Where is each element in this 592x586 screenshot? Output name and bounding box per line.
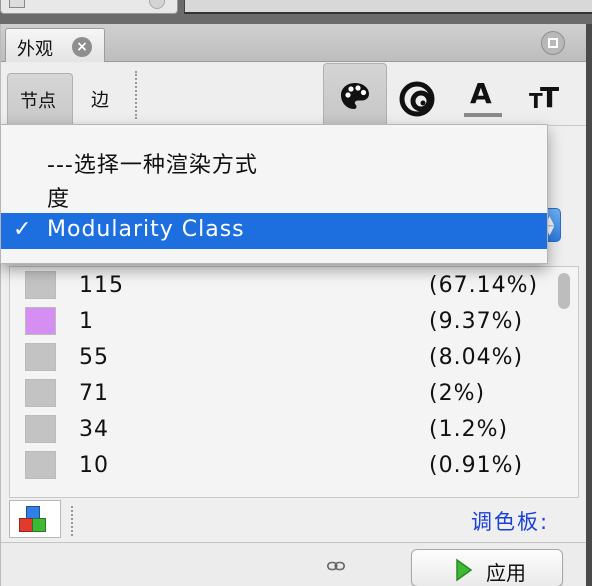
partition-percent: (67.14%): [429, 273, 539, 298]
tab-appearance-label: 外观: [17, 39, 53, 60]
appearance-toolbar: 节点 边 A T T: [1, 63, 587, 125]
play-icon: [456, 558, 473, 582]
list-item[interactable]: 34 (1.2%): [10, 413, 550, 449]
minimize-icon: [548, 38, 558, 48]
palette-link[interactable]: 调色板:: [471, 506, 549, 536]
tab-appearance[interactable]: 外观 ×: [5, 28, 105, 62]
partition-name: 1: [79, 309, 94, 334]
partition-name: 34: [79, 417, 109, 442]
label-color-button[interactable]: A: [463, 77, 503, 119]
apply-button[interactable]: 应用: [411, 549, 563, 586]
partition-name: 115: [79, 273, 124, 298]
partition-percent: (2%): [429, 381, 486, 406]
dropdown-option[interactable]: 度: [1, 177, 547, 213]
dropdown-option-label: 度: [47, 187, 71, 212]
tab-nodes[interactable]: 节点: [7, 73, 73, 125]
color-swatch[interactable]: [25, 451, 56, 479]
color-swatch[interactable]: [25, 271, 56, 299]
green-cube-icon: [32, 518, 46, 532]
palette-generator-button[interactable]: [9, 500, 61, 538]
top-window-strip: [0, 0, 592, 24]
dropdown-option-label: Modularity Class: [47, 217, 245, 242]
tab-close-icon[interactable]: ×: [72, 37, 92, 57]
list-item[interactable]: 10 (0.91%): [10, 449, 550, 485]
footer-divider: [71, 506, 73, 536]
bottom-bar: 应用: [1, 542, 587, 586]
appearance-panel: 外观 × 节点 边 A T T ▲ ▼ 115 (67.14%) 1 (9.37…: [0, 24, 587, 586]
render-method-dropdown[interactable]: ---选择一种渲染方式 度 ✓ Modularity Class: [0, 124, 548, 264]
partition-list[interactable]: 115 (67.14%) 1 (9.37%) 55 (8.04%) 71 (2%…: [9, 266, 579, 498]
toolbar-divider: [135, 71, 137, 119]
tab-edges[interactable]: 边: [91, 86, 109, 112]
background-toolbar: [184, 0, 592, 14]
color-button[interactable]: [323, 63, 387, 125]
partition-name: 71: [79, 381, 109, 406]
apply-button-label: 应用: [486, 561, 526, 585]
partition-percent: (9.37%): [429, 309, 524, 334]
color-swatch[interactable]: [25, 307, 56, 335]
panel-tabbar: 外观 ×: [1, 24, 587, 62]
label-color-icon: A: [470, 77, 492, 110]
list-item[interactable]: 71 (2%): [10, 377, 550, 413]
list-scrollbar[interactable]: [556, 271, 572, 493]
partition-percent: (0.91%): [429, 453, 524, 478]
color-swatch[interactable]: [25, 379, 56, 407]
partition-percent: (8.04%): [429, 345, 524, 370]
dropdown-option-label: ---选择一种渲染方式: [47, 153, 258, 178]
list-item[interactable]: 1 (9.37%): [10, 305, 550, 341]
list-item[interactable]: 115 (67.14%): [10, 269, 550, 305]
window-border: [586, 24, 592, 586]
dropdown-option-selected[interactable]: ✓ Modularity Class: [1, 213, 547, 249]
background-tab: [0, 0, 178, 14]
size-icon[interactable]: [397, 81, 437, 117]
partition-percent: (1.2%): [429, 417, 509, 442]
list-item[interactable]: 55 (8.04%): [10, 341, 550, 377]
label-size-icon-large: T: [540, 81, 560, 114]
palette-icon: [341, 83, 369, 109]
tab-nodes-label: 节点: [20, 91, 56, 112]
dropdown-option[interactable]: ---选择一种渲染方式: [1, 143, 547, 179]
partition-name: 10: [79, 453, 109, 478]
color-swatch[interactable]: [25, 343, 56, 371]
background-tab-icon: [9, 0, 25, 8]
minimize-panel-button[interactable]: [541, 31, 565, 55]
background-tab-close-icon: [149, 0, 165, 9]
chain-link-icon[interactable]: [327, 561, 345, 571]
partition-name: 55: [79, 345, 109, 370]
label-color-bar: [464, 113, 502, 117]
color-swatch[interactable]: [25, 415, 56, 443]
checkmark-icon: ✓: [13, 217, 32, 242]
red-cube-icon: [19, 518, 33, 532]
scroll-thumb[interactable]: [558, 273, 570, 309]
